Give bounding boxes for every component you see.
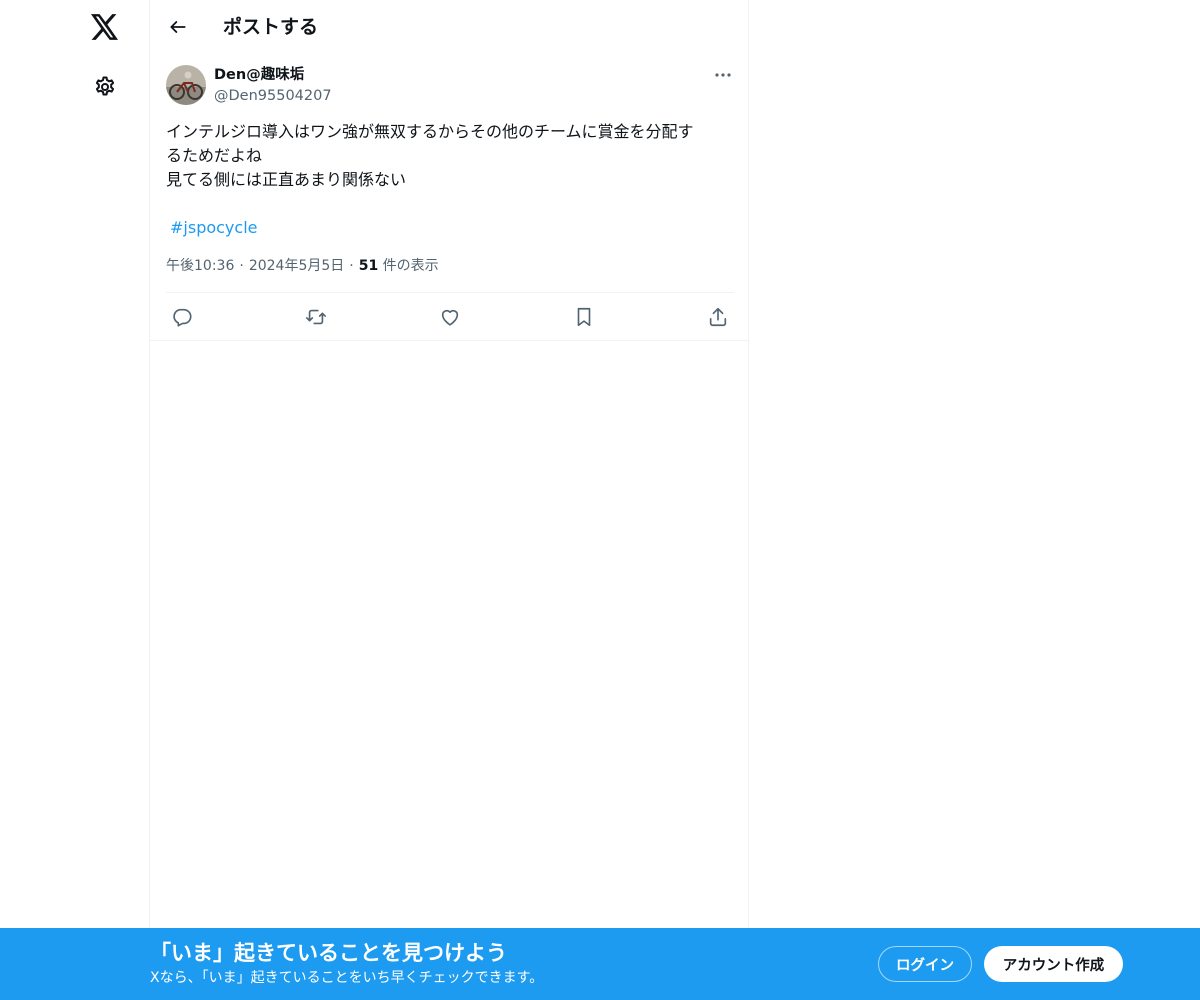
post-meta: 午後10:36 · 2024年5月5日 · 51 件の表示 bbox=[166, 257, 439, 275]
page: ポストする Den@趣味垢 @Den95504207 インテルジロ導入はワン強が… bbox=[0, 0, 1200, 1000]
back-button[interactable] bbox=[160, 9, 196, 45]
settings-button[interactable] bbox=[82, 64, 128, 110]
page-title: ポストする bbox=[223, 16, 319, 38]
like-button[interactable] bbox=[434, 303, 466, 331]
post-text: インテルジロ導入はワン強が無双するからその他のチームに賞金を分配す るためだよね… bbox=[166, 120, 736, 240]
reply-icon bbox=[171, 306, 193, 328]
post-text-line: インテルジロ導入はワン強が無双するからその他のチームに賞金を分配す bbox=[166, 122, 694, 141]
page-header: ポストする bbox=[150, 0, 750, 54]
meta-separator: · bbox=[349, 258, 354, 274]
views-count: 51 bbox=[358, 258, 379, 274]
author-handle[interactable]: @Den95504207 bbox=[214, 87, 332, 105]
bookmark-icon bbox=[573, 306, 595, 328]
post-text-line: るためだよね bbox=[166, 146, 263, 165]
arrow-left-icon bbox=[168, 17, 188, 37]
login-button[interactable]: ログイン bbox=[878, 946, 972, 982]
heart-icon bbox=[439, 306, 461, 328]
avatar[interactable] bbox=[166, 65, 206, 105]
post-time-link[interactable]: 午後10:36 · 2024年5月5日 bbox=[166, 258, 344, 274]
meta-separator: · bbox=[239, 258, 244, 274]
banner-title: 「いま」起きていることを見つけよう bbox=[150, 941, 507, 965]
post: Den@趣味垢 @Den95504207 インテルジロ導入はワン強が無双するから… bbox=[150, 54, 750, 341]
author-display-name[interactable]: Den@趣味垢 bbox=[214, 66, 304, 84]
gear-icon bbox=[93, 75, 117, 99]
banner-subtitle: Xなら、「いま」起きていることをいち早くチェックできます。 bbox=[150, 970, 544, 986]
bookmark-button[interactable] bbox=[568, 303, 600, 331]
post-date: 2024年5月5日 bbox=[248, 258, 345, 274]
share-button[interactable] bbox=[702, 303, 734, 331]
reply-button[interactable] bbox=[166, 303, 198, 331]
create-account-button[interactable]: アカウント作成 bbox=[984, 946, 1123, 982]
signup-banner: 「いま」起きていることを見つけよう Xなら、「いま」起きていることをいち早くチェ… bbox=[0, 928, 1200, 1000]
share-icon bbox=[707, 306, 729, 328]
post-text-line: 見てる側には正直あまり関係ない bbox=[166, 170, 407, 189]
post-time: 午後10:36 bbox=[166, 258, 235, 274]
post-actions bbox=[150, 293, 750, 341]
more-options-button[interactable] bbox=[708, 63, 738, 87]
repost-icon bbox=[304, 306, 328, 328]
left-nav bbox=[0, 0, 150, 1000]
post-text-spacer bbox=[166, 192, 736, 216]
main-column: ポストする Den@趣味垢 @Den95504207 インテルジロ導入はワン強が… bbox=[149, 0, 750, 1000]
views-label: 件の表示 bbox=[378, 258, 439, 274]
repost-button[interactable] bbox=[300, 303, 332, 331]
hashtag-link[interactable]: #jspocycle bbox=[170, 216, 257, 240]
more-dots-icon bbox=[714, 72, 732, 78]
x-logo-icon[interactable] bbox=[82, 4, 128, 50]
